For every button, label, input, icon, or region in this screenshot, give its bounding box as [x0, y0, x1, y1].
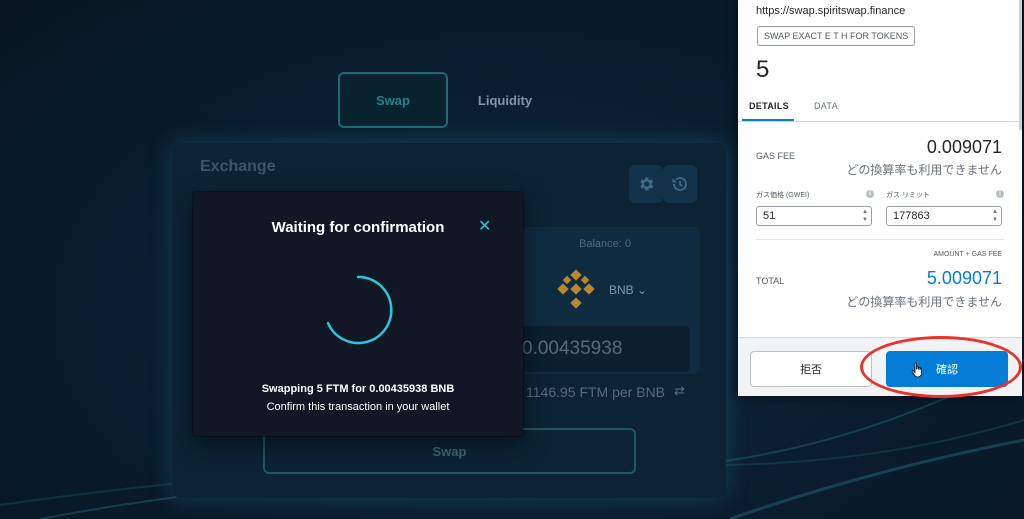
- swap-summary: Swapping 5 FTM for 0.00435938 BNB: [261, 383, 455, 395]
- gas-limit-label: ガス リミット: [886, 192, 930, 199]
- scrollbar[interactable]: [1019, 0, 1022, 130]
- divider: [756, 239, 1004, 240]
- chevron-down-icon: ⌄: [637, 283, 648, 297]
- loading-spinner-icon: [326, 275, 393, 345]
- gas-fee-label: GAS FEE: [756, 151, 796, 161]
- close-icon[interactable]: ✕: [478, 219, 492, 235]
- info-icon[interactable]: i: [996, 190, 1004, 198]
- confirm-hint: Confirm this transaction in your wallet: [266, 401, 450, 413]
- metamask-confirm-panel: https://swap.spiritswap.finance SWAP EXA…: [738, 0, 1022, 396]
- total-label: TOTAL: [756, 276, 785, 286]
- bnb-logo-icon: [557, 269, 595, 309]
- settings-button[interactable]: [629, 165, 663, 203]
- tab-data[interactable]: DATA: [814, 101, 838, 111]
- origin-url: https://swap.spiritswap.finance: [756, 5, 906, 17]
- exchange-title: Exchange: [200, 158, 276, 175]
- token-symbol: BNB: [609, 283, 634, 297]
- gear-icon: [640, 177, 654, 191]
- tx-amount: 5: [756, 56, 770, 83]
- gas-fee-conversion: どの換算率も利用できません: [846, 163, 1002, 177]
- swap-direction-icon[interactable]: ⇄: [674, 383, 685, 399]
- waiting-confirmation-modal: Waiting for confirmation ✕ Swapping 5 FT…: [193, 192, 523, 436]
- to-amount-field[interactable]: 0.00435938: [522, 326, 690, 372]
- hand-cursor-icon: [911, 362, 922, 378]
- gas-fee-value: 0.009071: [926, 137, 1002, 157]
- method-badge: SWAP EXACT E T H FOR TOKENS: [757, 26, 916, 46]
- total-value: 5.009071: [926, 268, 1002, 288]
- amount-gas-fee-label: AMOUNT + GAS FEE: [933, 251, 1002, 258]
- modal-title: Waiting for confirmation: [271, 219, 445, 236]
- history-button[interactable]: [663, 165, 697, 203]
- stepper-icon[interactable]: ▲ ▼: [860, 208, 870, 224]
- tab-liquidity[interactable]: Liquidity: [470, 72, 540, 128]
- balance-label: Balance: 0: [579, 238, 631, 250]
- highlight-annotation: [860, 336, 1022, 398]
- gas-price-label: ガス価格 (GWEI): [756, 192, 810, 199]
- gas-limit-value: 177863: [893, 210, 930, 222]
- info-icon[interactable]: i: [866, 190, 874, 198]
- reject-button[interactable]: 拒否: [750, 351, 872, 387]
- gas-limit-input[interactable]: 177863 ▲ ▼: [886, 206, 1002, 226]
- tabs-divider: [738, 121, 1022, 122]
- token-select[interactable]: BNB ⌄: [609, 283, 647, 297]
- tab-swap[interactable]: Swap: [338, 72, 448, 128]
- stepper-icon[interactable]: ▲ ▼: [990, 208, 1000, 224]
- gas-price-input[interactable]: 51 ▲ ▼: [756, 206, 872, 226]
- history-icon: [672, 177, 687, 191]
- tab-details[interactable]: DETAILS: [749, 101, 789, 111]
- gas-price-value: 51: [763, 210, 776, 222]
- total-conversion: どの換算率も利用できません: [846, 295, 1002, 309]
- exchange-rate: 1146.95 FTM per BNB: [526, 384, 666, 400]
